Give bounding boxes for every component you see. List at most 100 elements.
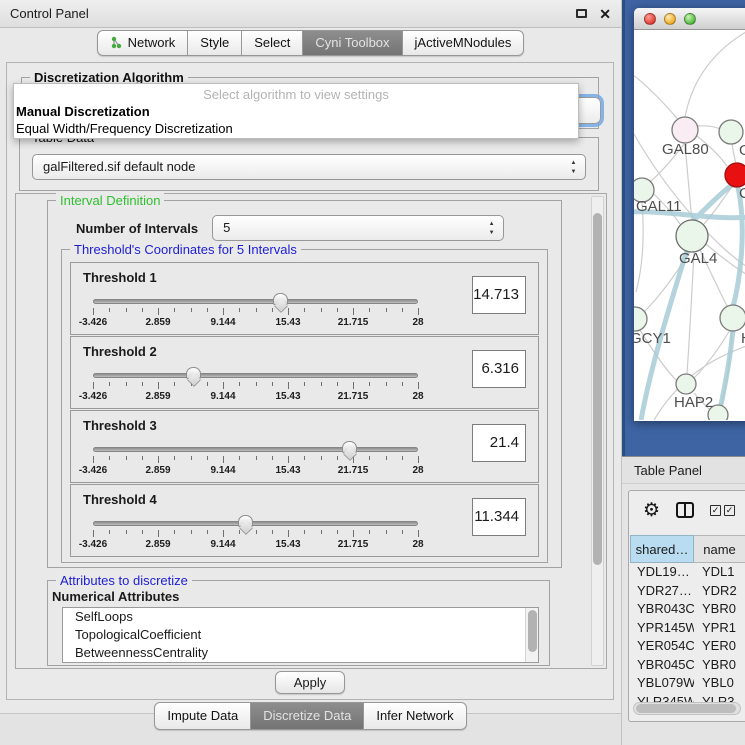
cell: YBR0: [694, 600, 745, 619]
table-row[interactable]: YER054CYER0: [630, 637, 745, 656]
table-panel: ⚙ ✓ ✓ shared… name YDL19…YDL1 YDR27…YDR2…: [628, 490, 745, 722]
slider-tick-labels: -3.4262.8599.14415.4321.71528: [93, 317, 418, 329]
tick-mark: [207, 308, 208, 312]
gear-icon[interactable]: ⚙: [643, 501, 660, 520]
column-header-name[interactable]: name: [694, 535, 745, 563]
tick-mark: [337, 456, 338, 460]
tick-mark: [288, 456, 289, 463]
select-columns-icon[interactable]: ✓ ✓: [710, 505, 735, 516]
table-header-row: shared… name: [630, 535, 745, 563]
thresholds-group-label: Threshold's Coordinates for 5 Intervals: [70, 242, 301, 257]
number-of-intervals-combo[interactable]: 5 ▲ ▼: [212, 215, 504, 241]
tick-mark: [304, 530, 305, 534]
settings-scrollbar[interactable]: [591, 196, 604, 666]
tab-cyni-toolbox[interactable]: Cyni Toolbox: [303, 30, 402, 56]
attributes-group-label: Attributes to discretize: [56, 573, 192, 588]
cell: YDL1: [694, 563, 745, 582]
tab-jactivemnodules-label: jActiveMNodules: [415, 35, 512, 50]
minimize-traffic-light[interactable]: [664, 13, 676, 25]
slider-track[interactable]: [93, 521, 418, 526]
threshold-2-value[interactable]: 6.316: [472, 350, 526, 388]
threshold-3-value[interactable]: 21.4: [472, 424, 526, 462]
thresholds-group: Threshold's Coordinates for 5 Intervals …: [61, 249, 548, 563]
list-item[interactable]: SelfLoops: [63, 608, 538, 626]
apply-button[interactable]: Apply: [275, 671, 345, 694]
tab-infer-network[interactable]: Infer Network: [364, 702, 466, 730]
close-traffic-light[interactable]: [644, 13, 656, 25]
spin-down-icon: ▼: [569, 167, 578, 176]
tab-cyni-toolbox-label: Cyni Toolbox: [315, 35, 389, 50]
cyni-toolbox-content: Discretization Algorithm Select algorith…: [6, 62, 614, 700]
table-row[interactable]: YPR145WYPR1: [630, 619, 745, 638]
tick-label: 28: [412, 539, 423, 550]
tick-mark: [239, 456, 240, 460]
tab-discretize-data[interactable]: Discretize Data: [251, 702, 364, 730]
tick-mark: [109, 308, 110, 312]
node-gal80[interactable]: [672, 117, 698, 143]
option-manual-discretization[interactable]: Manual Discretization: [14, 104, 578, 121]
node-partial-top[interactable]: [719, 120, 743, 144]
zoom-traffic-light[interactable]: [684, 13, 696, 25]
slider-track[interactable]: [93, 447, 418, 452]
list-scrollbar[interactable]: [525, 608, 538, 662]
split-columns-icon[interactable]: [676, 502, 694, 518]
tick-label: 15.43: [275, 539, 300, 550]
slider-thumb[interactable]: [273, 293, 288, 305]
node-hap2[interactable]: [676, 374, 696, 394]
tick-mark: [321, 530, 322, 534]
tab-style[interactable]: Style: [188, 30, 242, 56]
tick-mark: [386, 456, 387, 460]
tick-mark: [353, 382, 354, 389]
node-selected-red[interactable]: [725, 163, 745, 187]
column-header-shared-name[interactable]: shared…: [630, 535, 694, 563]
float-window-icon[interactable]: [576, 9, 587, 18]
tick-label: 21.715: [338, 539, 369, 550]
node-label: HAP2: [674, 394, 713, 411]
list-item[interactable]: TopologicalCoefficient: [63, 626, 538, 644]
tick-mark: [304, 456, 305, 460]
tick-label: 28: [412, 391, 423, 402]
threshold-4-value[interactable]: 11.344: [472, 498, 526, 536]
scrollbar-thumb[interactable]: [528, 610, 537, 652]
tick-mark: [223, 456, 224, 463]
tab-network[interactable]: Network: [97, 30, 189, 56]
number-of-intervals-value: 5: [223, 220, 230, 235]
slider-track[interactable]: [93, 299, 418, 304]
tick-label: 9.144: [210, 391, 235, 402]
tick-label: -3.426: [79, 317, 107, 328]
table-horizontal-scrollbar[interactable]: [633, 702, 741, 715]
threshold-1-box: Threshold 1 -3.4262.8599.14415.4321.7152…: [70, 262, 539, 335]
table-data-combo[interactable]: galFiltered.sif default node ▲ ▼: [32, 154, 586, 180]
top-tabbar: Network Style Select Cyni Toolbox jActiv…: [0, 30, 621, 60]
tick-mark: [337, 382, 338, 386]
node-partial-right[interactable]: [720, 305, 745, 331]
node-gal4[interactable]: [676, 220, 708, 252]
tab-jactivemnodules[interactable]: jActiveMNodules: [403, 30, 525, 56]
slider-thumb[interactable]: [186, 367, 201, 379]
slider-thumb[interactable]: [238, 515, 253, 527]
combo-spinner-icon: ▲ ▼: [487, 219, 496, 239]
tab-impute-data[interactable]: Impute Data: [154, 702, 251, 730]
tick-mark: [402, 530, 403, 534]
table-row[interactable]: YDL19…YDL1: [630, 563, 745, 582]
tick-label: -3.426: [79, 391, 107, 402]
tick-label: -3.426: [79, 539, 107, 550]
tab-select[interactable]: Select: [242, 30, 303, 56]
slider-track[interactable]: [93, 373, 418, 378]
network-canvas[interactable]: GAL80 GA C GAL11 GAL4 GCY1 H HAP2: [634, 30, 745, 420]
table-row[interactable]: YDR27…YDR2: [630, 582, 745, 601]
slider-thumb[interactable]: [342, 441, 357, 453]
threshold-1-value[interactable]: 14.713: [472, 276, 526, 314]
spin-up-icon: ▲: [487, 219, 496, 228]
table-row[interactable]: YBR045CYBR0: [630, 656, 745, 675]
scrollbar-thumb[interactable]: [593, 213, 602, 565]
tick-mark: [418, 382, 419, 389]
table-row[interactable]: YBR043CYBR0: [630, 600, 745, 619]
table-row[interactable]: YBL079WYBL0: [630, 674, 745, 693]
scrollbar-thumb[interactable]: [636, 704, 736, 713]
threshold-1-slider: -3.4262.8599.14415.4321.71528: [93, 299, 418, 304]
list-item[interactable]: BetweennessCentrality: [63, 644, 538, 662]
option-equal-width-frequency[interactable]: Equal Width/Frequency Discretization: [14, 121, 578, 138]
close-icon[interactable]: ✕: [599, 7, 611, 21]
tick-label: -3.426: [79, 465, 107, 476]
